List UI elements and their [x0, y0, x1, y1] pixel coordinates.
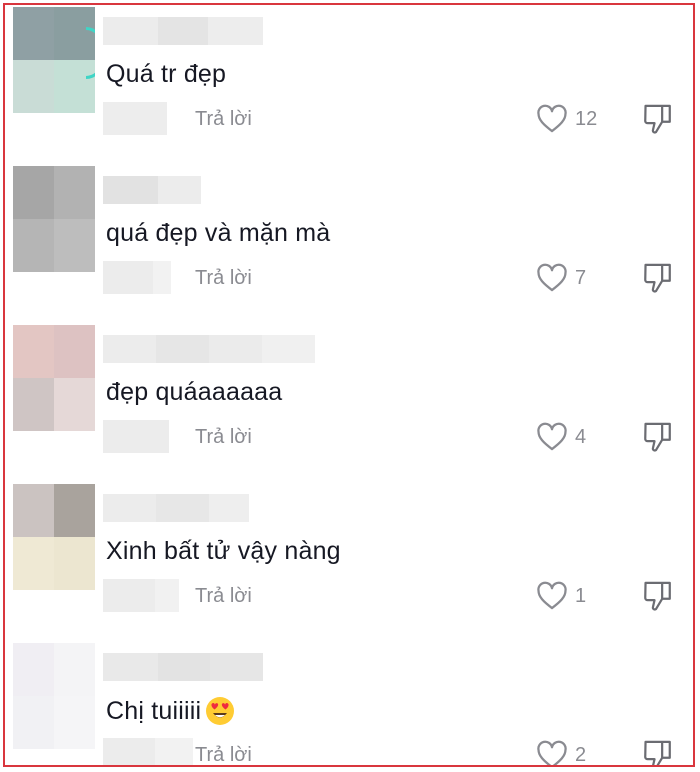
comment-item: Quá tr đẹp Trả lời 12 [5, 5, 693, 164]
username-blurred[interactable] [103, 653, 263, 681]
reply-button[interactable]: Trả lời [195, 744, 252, 765]
thumbs-down-icon[interactable] [641, 578, 675, 614]
like-count: 7 [575, 267, 587, 289]
avatar[interactable] [13, 484, 95, 590]
comment-list: Quá tr đẹp Trả lời 12 quá đẹp và mặn mà … [3, 3, 695, 767]
username-blurred[interactable] [103, 176, 201, 204]
avatar[interactable] [13, 325, 95, 431]
like-count: 12 [575, 108, 598, 130]
username-blurred[interactable] [103, 494, 249, 522]
comment-text: đẹp quáaaaaaa [106, 378, 283, 406]
thumbs-down-icon[interactable] [641, 101, 675, 137]
comment-item: quá đẹp và mặn mà Trả lời 7 [5, 164, 693, 323]
comment-text: Xinh bất tử vậy nàng [106, 537, 341, 565]
thumbs-down-icon[interactable] [641, 737, 675, 765]
timestamp-blurred [103, 261, 171, 294]
comment-item: Xinh bất tử vậy nàng Trả lời 1 [5, 482, 693, 641]
heart-icon[interactable] [535, 261, 569, 295]
like-count: 2 [575, 744, 587, 766]
heart-icon[interactable] [535, 102, 569, 136]
comment-text: quá đẹp và mặn mà [106, 219, 331, 247]
timestamp-blurred [103, 579, 179, 612]
timestamp-blurred [103, 420, 169, 453]
heart-icon[interactable] [535, 738, 569, 765]
like-count: 4 [575, 426, 587, 448]
thumbs-down-icon[interactable] [641, 419, 675, 455]
avatar[interactable] [13, 7, 95, 113]
heart-icon[interactable] [535, 420, 569, 454]
reply-button[interactable]: Trả lời [195, 108, 252, 131]
timestamp-blurred [103, 102, 167, 135]
reply-button[interactable]: Trả lời [195, 426, 252, 449]
thumbs-down-icon[interactable] [641, 260, 675, 296]
username-blurred[interactable] [103, 335, 315, 363]
comment-text: Quá tr đẹp [106, 60, 227, 88]
avatar[interactable] [13, 643, 95, 749]
comment-item: đẹp quáaaaaaa Trả lời 4 [5, 323, 693, 482]
comment-text: Chị tuiiiii [106, 696, 235, 726]
heart-icon[interactable] [535, 579, 569, 613]
story-ring [86, 27, 95, 79]
reply-button[interactable]: Trả lời [195, 585, 252, 608]
like-count: 1 [575, 585, 587, 607]
comment-item: Chị tuiiiii Trả lời 2 [5, 641, 693, 766]
avatar[interactable] [13, 166, 95, 272]
reply-button[interactable]: Trả lời [195, 267, 252, 290]
heart-eyes-emoji-icon [205, 696, 235, 726]
timestamp-blurred [103, 738, 193, 765]
username-blurred[interactable] [103, 17, 263, 45]
